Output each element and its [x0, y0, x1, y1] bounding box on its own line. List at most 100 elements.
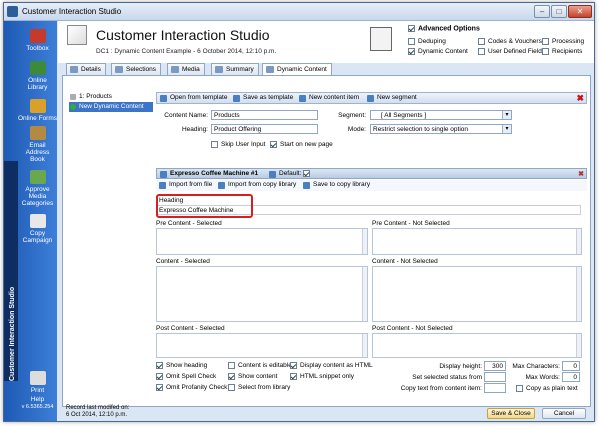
max-words-input[interactable]: 0	[562, 372, 580, 382]
copy-plain-text-checkbox[interactable]: Copy as plain text	[516, 385, 578, 392]
content-editor: Open from template Save as template New …	[156, 92, 587, 393]
mode-select[interactable]: Restrict selection to single option	[370, 124, 512, 134]
set-selected-label: Set selected status from	[412, 374, 482, 381]
tab-details[interactable]: Details	[66, 63, 106, 75]
sidebar-item-online-forms[interactable]: Online Forms	[18, 99, 57, 122]
selections-icon	[115, 66, 123, 73]
library-icon	[29, 61, 46, 75]
tab-selections[interactable]: Selections	[111, 63, 161, 75]
content-item-title: Expresso Coffee Machine #1	[160, 170, 258, 178]
version-label: v 6.5365.254	[21, 404, 54, 410]
option-dynamic-content[interactable]: Dynamic Content	[408, 48, 468, 55]
segment-select[interactable]: [ All Segments ]	[370, 110, 512, 120]
delete-icon[interactable]: ✖	[576, 94, 584, 103]
sidebar-item-online-library[interactable]: Online Library	[18, 61, 57, 91]
skip-user-input-checkbox[interactable]: Skip User Input	[211, 141, 265, 148]
record-modified-label: Record last modifed on:	[66, 405, 130, 411]
post-not-selected-editor[interactable]	[372, 333, 582, 358]
set-selected-input[interactable]	[484, 372, 506, 382]
dynamic-content-icon	[266, 66, 274, 73]
sidebar-item-approve-media[interactable]: Approve Media Categories	[18, 170, 57, 207]
sidebar-item-copy-campaign[interactable]: Copy Campaign	[18, 214, 57, 244]
app-icon	[7, 6, 18, 17]
import-copy-library-button[interactable]: Import from copy library	[218, 181, 296, 189]
content-selected-label: Content - Selected	[156, 258, 210, 265]
save-close-button[interactable]: Save & Close	[487, 408, 535, 419]
content-item-header: Expresso Coffee Machine #1 Default: ✖	[156, 168, 587, 179]
maximize-button[interactable]: □	[551, 5, 567, 18]
copy-icon	[29, 214, 46, 228]
summary-icon	[215, 66, 223, 73]
tree-item-new-dynamic-content[interactable]: New Dynamic Content	[69, 102, 153, 112]
default-checkbox[interactable]: Default:	[269, 170, 313, 179]
content-name-label: Content Name:	[164, 112, 208, 119]
max-characters-input[interactable]: 0	[562, 361, 580, 371]
media-icon	[171, 66, 179, 73]
advanced-options-title: Advanced Options	[408, 25, 480, 32]
main-panel: 1: Products New Dynamic Content Open fro…	[62, 75, 591, 407]
sidebar-item-toolbox[interactable]: Toolbox	[18, 29, 57, 52]
content-name-input[interactable]: Products	[211, 110, 318, 120]
option-processing[interactable]: Processing	[542, 38, 584, 45]
tree-item-products[interactable]: 1: Products	[69, 92, 153, 102]
segment-label: Segment:	[338, 112, 366, 119]
import-file-button[interactable]: Import from file	[159, 181, 212, 189]
remove-item-icon[interactable]: ✖	[578, 170, 584, 179]
option-deduping[interactable]: Deduping	[408, 38, 446, 45]
page-subtitle: DC1 : Dynamic Content Example - 6 Octobe…	[96, 48, 277, 55]
app-window: Customer Interaction Studio – □ ✕ Toolbo…	[3, 2, 595, 422]
show-heading-checkbox[interactable]: Show heading	[156, 362, 207, 369]
minimize-button[interactable]: –	[534, 5, 550, 18]
sidebar-item-email-address-book[interactable]: Email Address Book	[18, 126, 57, 163]
window-title: Customer Interaction Studio	[22, 7, 122, 16]
show-content-checkbox[interactable]: Show content	[228, 373, 277, 380]
content-tree: 1: Products New Dynamic Content	[69, 92, 153, 392]
record-modified-date: 6 Oct 2014, 12:10 p.m.	[66, 412, 128, 418]
start-new-page-checkbox[interactable]: Start on new page	[270, 141, 333, 148]
html-snippet-checkbox[interactable]: HTML snippet only	[290, 373, 354, 380]
option-user-defined-fields[interactable]: User Defined Fields	[478, 48, 545, 55]
new-segment-button[interactable]: New segment	[367, 94, 417, 102]
omit-profanity-check-checkbox[interactable]: Omit Profanity Check	[156, 384, 227, 391]
content-not-selected-editor[interactable]	[372, 266, 582, 322]
close-button[interactable]: ✕	[568, 5, 592, 18]
highlight-box	[156, 194, 253, 218]
copy-text-input[interactable]	[484, 383, 506, 393]
item-toolbar: Import from file Import from copy librar…	[156, 180, 587, 191]
forms-icon	[29, 99, 46, 113]
header: Customer Interaction Studio DC1 : Dynami…	[58, 21, 594, 63]
option-codes-vouchers[interactable]: Codes & Vouchers	[478, 38, 542, 45]
details-icon	[70, 66, 78, 73]
select-from-library-checkbox[interactable]: Select from library	[228, 384, 290, 391]
title-bar: Customer Interaction Studio – □ ✕	[4, 3, 594, 21]
address-book-icon	[29, 126, 46, 140]
open-template-button[interactable]: Open from template	[160, 94, 227, 102]
advanced-options-check-icon	[408, 25, 415, 32]
tab-summary[interactable]: Summary	[211, 63, 259, 75]
heading-input[interactable]: Product Offering	[211, 124, 318, 134]
pre-selected-editor[interactable]	[156, 228, 368, 255]
approve-icon	[29, 170, 46, 184]
option-recipients[interactable]: Recipients	[542, 48, 582, 55]
post-selected-editor[interactable]	[156, 333, 368, 358]
pre-selected-label: Pre Content - Selected	[156, 220, 222, 227]
content-selected-editor[interactable]	[156, 266, 368, 322]
max-characters-label: Max Characters:	[512, 363, 560, 370]
mode-label: Mode:	[347, 126, 366, 133]
advanced-options-icon	[370, 27, 392, 51]
save-copy-library-button[interactable]: Save to copy library	[303, 181, 370, 189]
display-html-checkbox[interactable]: Display content as HTML	[290, 362, 373, 369]
new-content-item-button[interactable]: New content item	[299, 94, 359, 102]
cancel-button[interactable]: Cancel	[542, 408, 586, 419]
display-height-input[interactable]: 300	[484, 361, 506, 371]
save-template-button[interactable]: Save as template	[233, 94, 293, 102]
post-selected-label: Post Content - Selected	[156, 325, 225, 332]
help-button[interactable]: Help	[18, 396, 57, 403]
content-editable-checkbox[interactable]: Content is editable	[228, 362, 292, 369]
pre-not-selected-editor[interactable]	[372, 228, 582, 255]
omit-spell-check-checkbox[interactable]: Omit Spell Check	[156, 373, 216, 380]
tab-media[interactable]: Media	[167, 63, 205, 75]
printer-icon	[29, 371, 46, 385]
copy-text-label: Copy text from content item:	[400, 385, 482, 392]
print-button[interactable]: Print	[18, 371, 57, 394]
